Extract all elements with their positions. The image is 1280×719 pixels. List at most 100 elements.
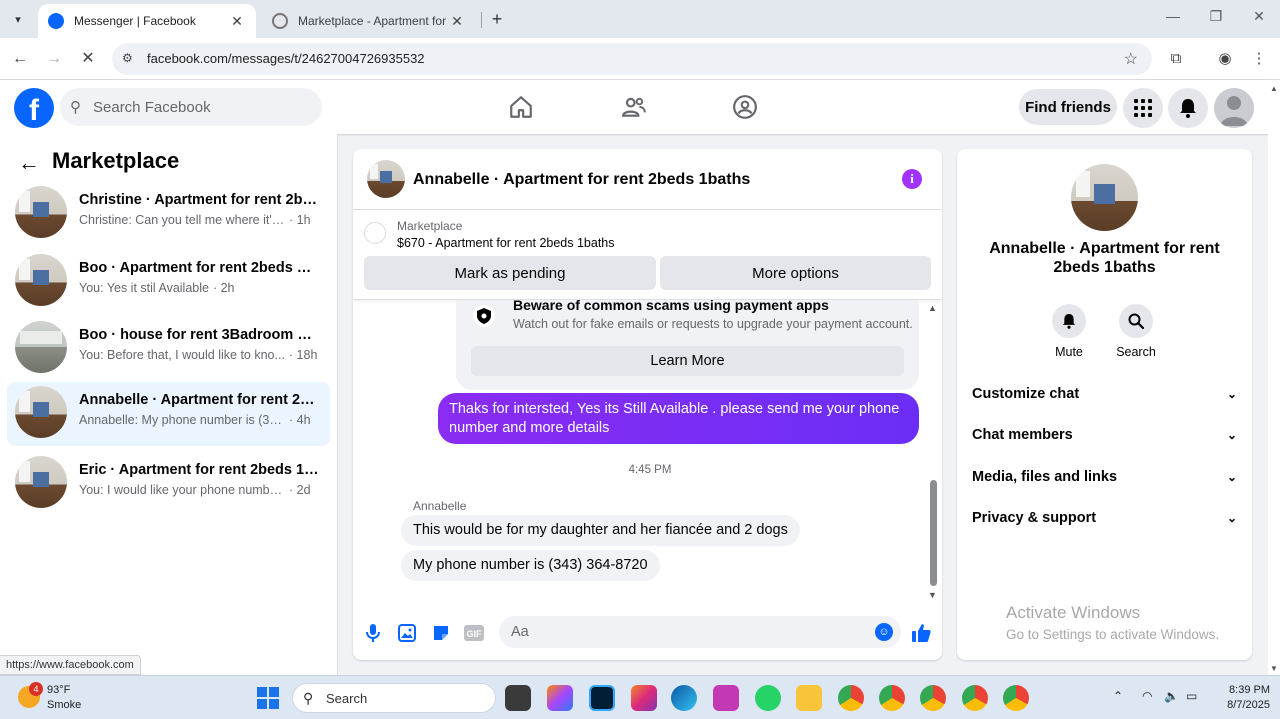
status-bar-url: https://www.facebook.com [0,655,141,675]
media-files-links-section[interactable]: Media, files and links ⌄ [972,465,1237,489]
facebook-logo-icon[interactable]: f [14,88,54,128]
conversation-item[interactable]: Boo · Apartment for rent 2beds 1b... You… [7,250,330,314]
extensions-icon[interactable]: ⧉ [1165,48,1187,70]
learn-more-button[interactable]: Learn More [471,346,904,376]
scroll-up-arrow-icon[interactable]: ▲ [928,303,937,313]
file-explorer-dark-icon[interactable] [505,685,531,711]
groups-icon[interactable] [731,94,759,122]
back-arrow-icon[interactable]: ← [18,150,40,176]
weather-widget[interactable]: 4 93°F Smoke [14,682,104,714]
omnibox[interactable]: ⚙ facebook.com/messages/t/24627004726935… [112,43,1152,75]
snipping-tool-icon[interactable] [713,685,739,711]
listing-thumbnail [15,456,67,508]
chrome-profile-icon[interactable] [1003,685,1029,711]
tray-chevron-up-icon[interactable]: ⌃ [1113,689,1123,703]
browser-tab-bar: ▾ Messenger | Facebook ✕ Marketplace - A… [0,0,1280,38]
new-tab-button[interactable]: + [486,8,508,30]
volume-icon[interactable]: 🔈 [1164,689,1179,703]
edge-icon[interactable] [671,685,697,711]
system-clock[interactable]: 8:39 PM 8/7/2025 [1210,683,1270,713]
scroll-up-arrow-icon[interactable]: ▲ [1270,84,1278,93]
friends-icon[interactable] [620,94,648,122]
chrome-profile-icon[interactable] [879,685,905,711]
battery-icon[interactable]: ▭ [1186,689,1197,703]
scam-warning-title: Beware of common scams using payment app… [513,300,829,313]
conversation-item[interactable]: Eric · Apartment for rent 2beds 1b... Yo… [7,452,330,516]
chrome-icon[interactable] [838,685,864,711]
page-scrollbar[interactable]: ▲ ▼ [1268,80,1280,675]
forward-icon[interactable]: → [43,48,65,70]
find-friends-button[interactable]: Find friends [1019,89,1117,125]
thumbs-up-icon[interactable] [910,622,932,644]
back-icon[interactable]: ← [9,48,31,70]
sticker-icon[interactable] [430,622,452,644]
svg-text:GIF: GIF [467,629,483,639]
microphone-icon[interactable] [362,622,384,644]
home-icon[interactable] [507,94,535,122]
wifi-icon[interactable]: ◠ [1142,689,1152,703]
chrome-profile-icon[interactable] [962,685,988,711]
site-settings-icon[interactable]: ⚙ [122,51,138,67]
message-input-box[interactable]: ☺ [499,616,901,648]
notifications-bell-icon[interactable] [1168,88,1208,128]
mute-button[interactable]: Mute [1044,304,1094,359]
folder-icon[interactable] [796,685,822,711]
received-message[interactable]: This would be for my daughter and her fi… [401,515,800,546]
close-tab-icon[interactable]: ✕ [228,13,246,30]
message-composer: GIF ☺ [353,609,942,657]
taskbar-search[interactable]: ⚲ Search [292,683,496,713]
restore-icon[interactable]: ❐ [1204,8,1228,30]
chat-avatar[interactable] [367,160,405,198]
listing-thumbnail [15,186,67,238]
chrome-profile-icon[interactable] [920,685,946,711]
conversation-item[interactable]: Christine · Apartment for rent 2be... Ch… [7,182,330,246]
scroll-down-arrow-icon[interactable]: ▼ [1270,664,1278,673]
close-tab-icon[interactable]: ✕ [448,13,466,30]
photo-icon[interactable] [396,622,418,644]
tab-messenger[interactable]: Messenger | Facebook ✕ [38,4,256,38]
scroll-down-arrow-icon[interactable]: ▼ [928,590,937,600]
emoji-icon[interactable]: ☺ [875,623,893,641]
account-avatar[interactable] [1214,88,1254,128]
chat-members-section[interactable]: Chat members ⌄ [972,423,1237,447]
sent-message[interactable]: Thaks for intersted, Yes its Still Avail… [438,393,919,444]
listing-card: Marketplace $670 - Apartment for rent 2b… [353,210,942,300]
browser-menu-icon[interactable]: ⋮ [1248,48,1270,70]
listing-price[interactable]: $670 - Apartment for rent 2beds 1baths [397,236,615,250]
whatsapp-icon[interactable] [755,685,781,711]
more-options-button[interactable]: More options [660,256,931,290]
tab-search-chevron-icon[interactable]: ▾ [6,8,30,30]
conversation-sidebar: ← Marketplace Christine · Apartment for … [0,134,338,675]
info-icon[interactable]: i [902,169,922,189]
copilot-icon[interactable] [547,685,573,711]
mark-as-pending-button[interactable]: Mark as pending [364,256,656,290]
conversation-snippet: You: Before that, I would like to kno...… [79,348,318,362]
close-window-icon[interactable]: ✕ [1247,8,1271,30]
message-input[interactable] [511,616,861,648]
photoshop-icon[interactable] [589,685,615,711]
gif-icon[interactable]: GIF [463,622,485,644]
chat-scrollbar-thumb[interactable] [930,480,937,586]
conversation-item[interactable]: Boo · house for rent 3Badroom 3B... You:… [7,317,330,381]
profile-icon[interactable]: ◉ [1214,48,1236,70]
customize-chat-section[interactable]: Customize chat ⌄ [972,382,1237,406]
menu-grid-icon[interactable] [1123,88,1163,128]
listing-avatar[interactable] [1071,164,1138,231]
bookmark-star-icon[interactable]: ☆ [1124,49,1138,69]
received-message[interactable]: My phone number is (343) 364-8720 [401,550,660,581]
facebook-search[interactable]: ⚲ [60,88,322,126]
address-bar: ← → ✕ ⚙ facebook.com/messages/t/24627004… [0,38,1280,80]
instagram-icon[interactable] [631,685,657,711]
listing-select-radio[interactable] [364,222,386,244]
url-text[interactable]: facebook.com/messages/t/2462700472693553… [147,51,425,66]
tab-marketplace[interactable]: Marketplace - Apartment for re ✕ [262,4,476,38]
facebook-search-input[interactable] [93,88,313,126]
stop-loading-icon[interactable]: ✕ [77,48,99,70]
minimize-icon[interactable]: — [1161,8,1185,30]
chat-title[interactable]: Annabelle · Apartment for rent 2beds 1ba… [413,171,750,189]
conversation-item-active[interactable]: Annabelle · Apartment for rent 2b... Ann… [7,382,330,446]
privacy-support-section[interactable]: Privacy & support ⌄ [972,506,1237,530]
section-label: Media, files and links [972,469,1118,485]
search-in-chat-button[interactable]: Search [1111,304,1161,359]
start-button-icon[interactable] [257,687,279,709]
